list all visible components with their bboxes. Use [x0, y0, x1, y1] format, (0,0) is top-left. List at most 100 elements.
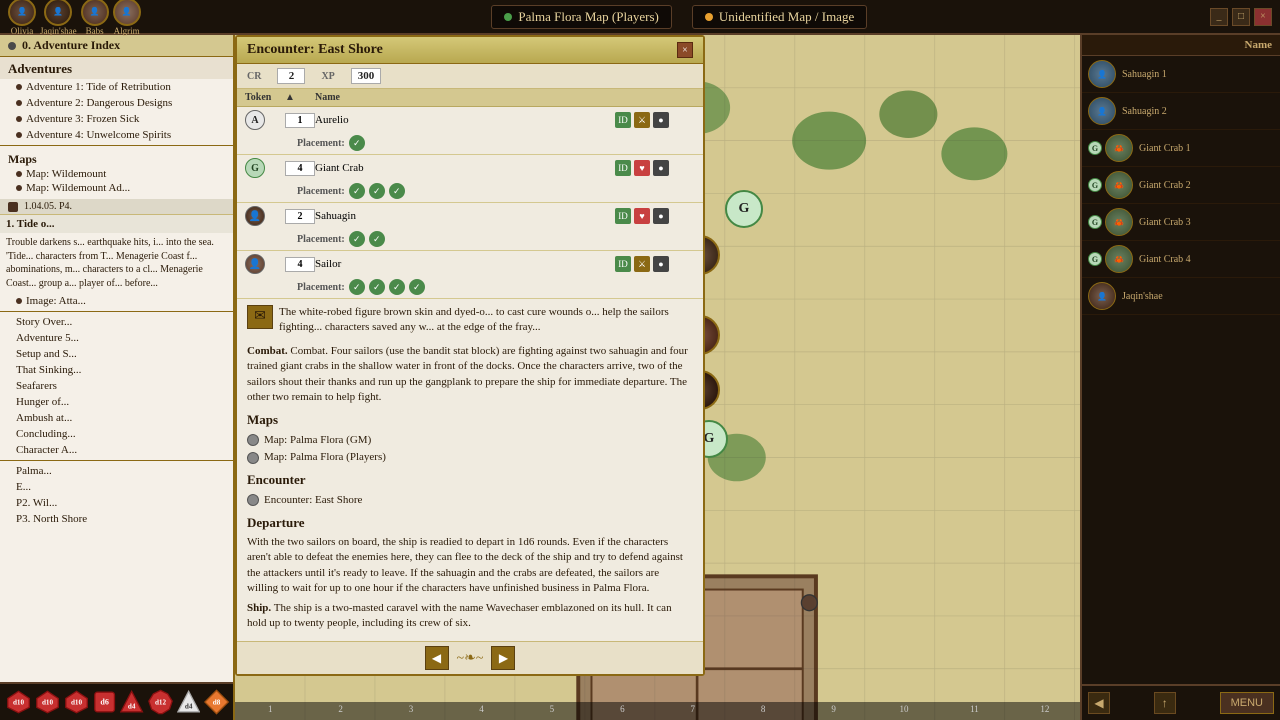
tide-section[interactable]: 1. Tide o... — [0, 215, 233, 233]
map-2-item[interactable]: Map: Wildemount Ad... — [8, 181, 225, 195]
aurelio-name: Aurelio — [315, 114, 615, 126]
placement-check-crab-2[interactable]: ✓ — [369, 183, 385, 199]
map-1-item[interactable]: Map: Wildemount — [8, 167, 225, 181]
adventure-3-item[interactable]: Adventure 3: Frozen Sick — [0, 111, 233, 127]
ambush-item[interactable]: Ambush at... — [0, 410, 233, 426]
adventure-index-header[interactable]: 0. Adventure Index — [0, 35, 233, 57]
die-d10-red-1[interactable]: d10 — [6, 688, 31, 716]
encounter-item-row[interactable]: Encounter: East Shore — [247, 493, 693, 508]
encounter-table-header: Token ▲ Name — [237, 89, 703, 107]
svg-text:d4: d4 — [185, 702, 193, 710]
sailor-id-icon[interactable]: ID — [615, 256, 631, 272]
sailor-action-3[interactable]: ● — [653, 256, 669, 272]
left-panel-scroll[interactable]: 0. Adventure Index Adventures Adventure … — [0, 35, 233, 720]
crab-2-group: G 🦀 — [1088, 171, 1133, 199]
creature-crab-1[interactable]: G 🦀 Giant Crab 1 — [1082, 130, 1280, 167]
crab-action-3[interactable]: ● — [653, 160, 669, 176]
map-1-label: Map: Wildemount — [26, 168, 106, 180]
encounter-row-sailor-main[interactable]: 👤 4 Sailor ID ⚔ ● — [237, 251, 703, 277]
sahuagin-action-3[interactable]: ● — [653, 208, 669, 224]
concluding-item[interactable]: Concluding... — [0, 426, 233, 442]
creature-crab-4[interactable]: G 🦀 Giant Crab 4 — [1082, 241, 1280, 278]
east-shore-item[interactable]: E... — [0, 479, 233, 495]
encounter-row-crab-main[interactable]: G 4 Giant Crab ID ♥ ● — [237, 155, 703, 181]
encounter-prev-button[interactable]: ◀ — [425, 646, 449, 670]
avatar-jaqin[interactable]: 👤 — [44, 0, 72, 26]
creature-sahuagin-1[interactable]: 👤 Sahuagin 1 — [1082, 56, 1280, 93]
crab-action-2[interactable]: ♥ — [634, 160, 650, 176]
map-gm-row[interactable]: Map: Palma Flora (GM) — [247, 433, 693, 448]
encounter-row-aurelio-main[interactable]: A 1 Aurelio ID ⚔ ● — [237, 107, 703, 133]
minimize-button[interactable]: _ — [1210, 8, 1228, 26]
aurelio-id-icon[interactable]: ID — [615, 112, 631, 128]
map-code-row[interactable]: 1.04.05. P4. — [0, 199, 233, 215]
encounter-item-bullet — [247, 494, 259, 506]
creature-sahuagin-2[interactable]: 👤 Sahuagin 2 — [1082, 93, 1280, 130]
p3-item[interactable]: P3. North Shore — [0, 511, 233, 527]
placement-check-crab-1[interactable]: ✓ — [349, 183, 365, 199]
die-d8-orange[interactable]: d8 — [204, 688, 229, 716]
sahuagin-action-2[interactable]: ♥ — [634, 208, 650, 224]
die-d12-red[interactable]: d12 — [148, 688, 173, 716]
die-d10-red-3[interactable]: d10 — [64, 688, 89, 716]
coord-11: 11 — [939, 704, 1009, 718]
map-title-unidentified[interactable]: Unidentified Map / Image — [692, 5, 867, 29]
die-d10-red-2[interactable]: d10 — [35, 688, 60, 716]
placement-check-crab-3[interactable]: ✓ — [389, 183, 405, 199]
crab-id-icon[interactable]: ID — [615, 160, 631, 176]
encounter-close-button[interactable]: × — [677, 42, 693, 58]
message-icon[interactable]: ✉ — [247, 305, 273, 329]
placement-check-sailor-4[interactable]: ✓ — [409, 279, 425, 295]
die-d4-red[interactable]: d4 — [120, 689, 143, 715]
menu-button[interactable]: MENU — [1220, 692, 1274, 714]
adventure-4-item[interactable]: Adventure 4: Unwelcome Spirits — [0, 127, 233, 143]
aurelio-token-group: A — [245, 110, 285, 130]
placement-check-sahuagin-1[interactable]: ✓ — [349, 231, 365, 247]
palma-item[interactable]: Palma... — [0, 463, 233, 479]
character-a-item[interactable]: Character A... — [0, 442, 233, 458]
encounter-content-area[interactable]: ✉ The white-robed figure brown skin and … — [237, 299, 703, 641]
encounter-row-sahuagin-main[interactable]: 👤 2 Sahuagin ID ♥ ● — [237, 203, 703, 229]
east-shore-label: E... — [16, 481, 31, 493]
aurelio-action-2[interactable]: ⚔ — [634, 112, 650, 128]
placement-check-sahuagin-2[interactable]: ✓ — [369, 231, 385, 247]
creature-crab-3[interactable]: G 🦀 Giant Crab 3 — [1082, 204, 1280, 241]
right-panel-arrow-up[interactable]: ↑ — [1154, 692, 1176, 714]
maximize-button[interactable]: □ — [1232, 8, 1250, 26]
die-d6-red[interactable]: d6 — [93, 689, 116, 715]
p2-item[interactable]: P2. Wil... — [0, 495, 233, 511]
image-item[interactable]: Image: Atta... — [0, 293, 233, 309]
avatar-olivia[interactable]: 👤 — [8, 0, 36, 26]
adventure-2-item[interactable]: Adventure 2: Dangerous Designs — [0, 95, 233, 111]
that-sinking-item[interactable]: That Sinking... — [0, 362, 233, 378]
aurelio-action-3[interactable]: ● — [653, 112, 669, 128]
map-title-players[interactable]: Palma Flora Map (Players) — [491, 5, 671, 29]
right-panel-arrow-left[interactable]: ◀ — [1088, 692, 1110, 714]
seafarers-item[interactable]: Seafarers — [0, 378, 233, 394]
creature-crab-2[interactable]: G 🦀 Giant Crab 2 — [1082, 167, 1280, 204]
placement-check-aurelio[interactable]: ✓ — [349, 135, 365, 151]
map-title-unidentified-label: Unidentified Map / Image — [719, 9, 854, 25]
hunger-item[interactable]: Hunger of... — [0, 394, 233, 410]
placement-check-sailor-3[interactable]: ✓ — [389, 279, 405, 295]
creature-jaqinshae[interactable]: 👤 Jaqin'shae — [1082, 278, 1280, 315]
right-panel-header: Name — [1082, 35, 1280, 56]
map-area[interactable]: A G G G G 👤 👤 👤 👤 👤 👤 — [235, 35, 1080, 720]
placement-check-sailor-2[interactable]: ✓ — [369, 279, 385, 295]
creature-list[interactable]: 👤 Sahuagin 1 👤 Sahuagin 2 G 🦀 — [1082, 56, 1280, 684]
avatar-babs[interactable]: 👤 — [81, 0, 109, 26]
story-overview-item[interactable]: Story Over... — [0, 314, 233, 330]
sailor-action-2[interactable]: ⚔ — [634, 256, 650, 272]
adventure-detail-item[interactable]: Adventure 5... — [0, 330, 233, 346]
close-button[interactable]: × — [1254, 8, 1272, 26]
encounter-panel-header: Encounter: East Shore × — [237, 37, 703, 64]
map-players-row[interactable]: Map: Palma Flora (Players) — [247, 450, 693, 465]
placement-check-sailor-1[interactable]: ✓ — [349, 279, 365, 295]
avatar-algrim[interactable]: 👤 — [113, 0, 141, 26]
sahuagin-id-icon[interactable]: ID — [615, 208, 631, 224]
adventure-1-item[interactable]: Adventure 1: Tide of Retribution — [0, 79, 233, 95]
setup-item[interactable]: Setup and S... — [0, 346, 233, 362]
die-d4-white[interactable]: d4 — [177, 689, 200, 715]
token-giant-crab-2[interactable]: G — [725, 190, 763, 228]
encounter-next-button[interactable]: ▶ — [491, 646, 515, 670]
